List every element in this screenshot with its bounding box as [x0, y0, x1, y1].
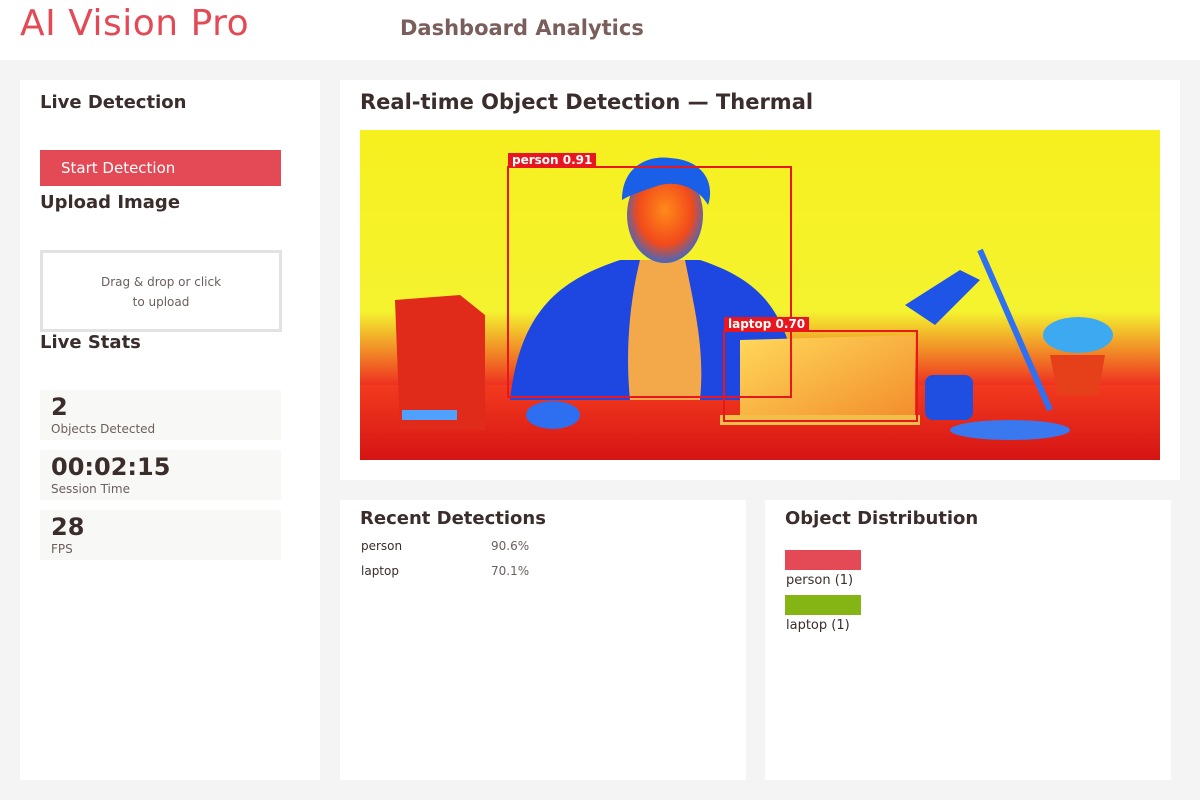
stat-value: 2	[51, 393, 68, 421]
recent-detections-panel: Recent Detections person 90.6% laptop 70…	[340, 500, 746, 780]
list-item: person 90.6%	[361, 539, 561, 553]
stat-label: Session Time	[51, 482, 130, 496]
page-title: Dashboard Analytics	[400, 16, 644, 40]
detection-panel: Real-time Object Detection — Thermal per…	[340, 80, 1180, 480]
recent-detections-title: Recent Detections	[360, 508, 546, 529]
stat-value: 00:02:15	[51, 453, 171, 481]
detection-confidence: 90.6%	[491, 539, 530, 553]
stat-card-fps: 28 FPS	[40, 510, 281, 560]
live-stats-heading: Live Stats	[40, 332, 141, 353]
distribution-bar-person	[785, 550, 861, 570]
upload-instruction-line2: to upload	[132, 295, 190, 309]
stat-value: 28	[51, 513, 85, 541]
stat-card-objects: 2 Objects Detected	[40, 390, 281, 440]
thermal-video-feed: person 0.91 laptop 0.70	[360, 130, 1160, 460]
object-distribution-panel: Object Distribution person (1) laptop (1…	[765, 500, 1171, 780]
detection-name: laptop	[361, 564, 399, 578]
sidebar: Live Detection Start Detection Upload Im…	[20, 80, 320, 780]
live-detection-heading: Live Detection	[40, 92, 187, 113]
detection-confidence: 70.1%	[491, 564, 530, 578]
distribution-label: laptop (1)	[786, 618, 850, 633]
stat-label: Objects Detected	[51, 422, 156, 436]
distribution-bar-laptop	[785, 595, 861, 615]
upload-instruction-line1: Drag & drop or click	[100, 275, 222, 289]
stat-label: FPS	[51, 542, 73, 556]
bbox-laptop	[723, 330, 918, 422]
object-distribution-title: Object Distribution	[785, 508, 979, 529]
bbox-label-laptop: laptop 0.70	[724, 317, 810, 331]
detection-panel-title: Real-time Object Detection — Thermal	[360, 90, 814, 114]
app-header: AI Vision Pro Dashboard Analytics	[0, 0, 1200, 60]
stat-card-session-time: 00:02:15 Session Time	[40, 450, 281, 500]
upload-dropzone[interactable]: Drag & drop or click to upload	[40, 250, 282, 332]
detection-name: person	[361, 539, 403, 553]
app-brand: AI Vision Pro	[20, 3, 250, 44]
start-detection-button[interactable]: Start Detection	[40, 150, 281, 186]
upload-image-heading: Upload Image	[40, 192, 181, 213]
distribution-label: person (1)	[786, 573, 854, 588]
bbox-label-person: person 0.91	[508, 153, 597, 167]
list-item: laptop 70.1%	[361, 564, 561, 578]
